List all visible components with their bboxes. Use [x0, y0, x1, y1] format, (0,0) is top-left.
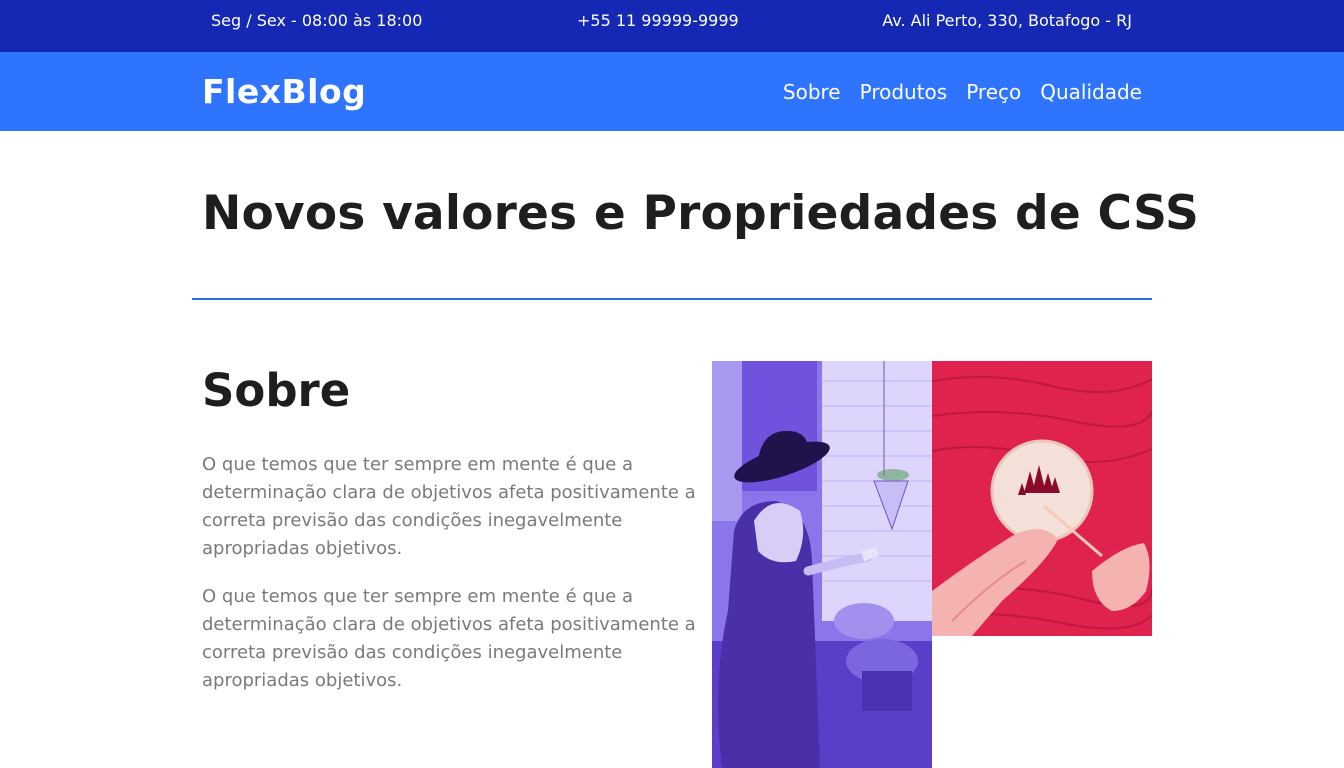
about-paragraph: O que temos que ter sempre em mente é qu… [202, 454, 696, 559]
nav-link-preco[interactable]: Preço [966, 80, 1021, 104]
painting-photo [932, 361, 1152, 636]
topbar: Seg / Sex - 08:00 às 18:00 +55 11 99999-… [0, 0, 1344, 52]
phone-number[interactable]: +55 11 99999-9999 [577, 0, 739, 41]
page-title: Novos valores e Propriedades de CSS [202, 186, 1200, 241]
header: FlexBlog Sobre Produtos Preço Qualidade [0, 52, 1344, 131]
main-nav: Sobre Produtos Preço Qualidade [783, 52, 1142, 131]
woman-photo [712, 361, 932, 768]
address: Av. Ali Perto, 330, Botafogo - RJ [882, 11, 1132, 30]
logo[interactable]: FlexBlog [202, 52, 366, 131]
nav-link-produtos[interactable]: Produtos [860, 80, 948, 104]
about-paragraph: O que temos que ter sempre em mente é qu… [202, 586, 696, 691]
about-heading: Sobre [202, 364, 351, 417]
nav-link-sobre[interactable]: Sobre [783, 80, 841, 104]
business-hours: Seg / Sex - 08:00 às 18:00 [211, 11, 423, 30]
nav-link-qualidade[interactable]: Qualidade [1040, 80, 1142, 104]
divider [192, 298, 1152, 300]
